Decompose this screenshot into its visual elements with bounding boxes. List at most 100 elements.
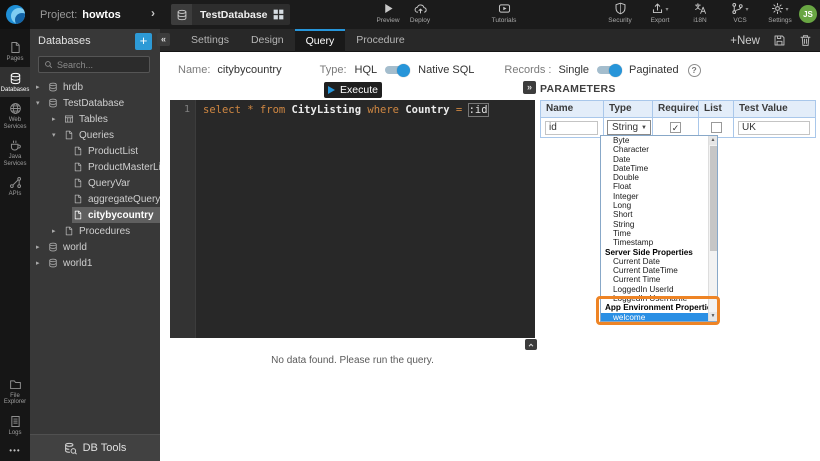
code-line[interactable]: select * from CityListing where Country … <box>203 104 488 116</box>
db-tools-button[interactable]: DB Tools <box>30 434 160 461</box>
param-test-value-input[interactable] <box>738 121 810 135</box>
database-selector-tile <box>171 4 192 25</box>
tree-item-queryvar[interactable]: QueryVar <box>30 175 160 191</box>
save-icon[interactable] <box>773 34 786 47</box>
dropdown-option-string[interactable]: String <box>601 220 708 229</box>
tree-item-queries[interactable]: ▾ Queries <box>30 127 160 143</box>
rail-item-pages[interactable]: Pages <box>0 36 30 67</box>
dropdown-option-loggedin-username[interactable]: LoggedIn Username <box>601 294 708 303</box>
expanded-caret-icon[interactable]: ▾ <box>52 131 63 139</box>
dropdown-option-short[interactable]: Short <box>601 210 708 219</box>
required-checkbox[interactable]: ✓ <box>670 122 681 133</box>
collapsed-caret-icon[interactable]: ▸ <box>36 83 47 91</box>
tree-item-world1[interactable]: ▸world1 <box>30 255 160 271</box>
dropdown-option-float[interactable]: Float <box>601 182 708 191</box>
expanded-caret-icon[interactable]: ▾ <box>36 99 47 107</box>
tab-query[interactable]: Query <box>295 29 346 52</box>
tree-item-productlist[interactable]: ProductList <box>30 143 160 159</box>
vcs-branch-icon <box>731 2 744 15</box>
collapsed-caret-icon[interactable]: ▸ <box>52 227 63 235</box>
collapse-parameters-button[interactable]: » <box>523 81 536 94</box>
dropdown-option-long[interactable]: Long <box>601 201 708 210</box>
dropdown-option-double[interactable]: Double <box>601 173 708 182</box>
records-option-paginated[interactable]: Paginated <box>629 64 679 76</box>
tree-item-productmasterlist[interactable]: ProductMasterList <box>30 159 160 175</box>
dropdown-option-app-environment-properties[interactable]: App Environment Properties <box>601 303 708 312</box>
database-selector[interactable]: TestDatabase <box>171 4 290 25</box>
list-checkbox[interactable] <box>711 122 722 133</box>
topbar-i18n-button[interactable]: i18N <box>684 2 716 24</box>
rail-item-java-services[interactable]: Java Services <box>0 134 30 171</box>
collapsed-caret-icon[interactable]: ▸ <box>52 115 63 123</box>
collapse-editor-button[interactable] <box>525 339 537 350</box>
dropdown-option-current-datetime[interactable]: Current DateTime <box>601 266 708 275</box>
file-icon <box>73 178 83 188</box>
topbar-deploy-button[interactable]: Deploy <box>404 2 436 24</box>
tree-item-tables[interactable]: ▸Tables <box>30 111 160 127</box>
scrollbar-thumb[interactable] <box>710 146 717 251</box>
topbar-security-button[interactable]: Security <box>604 2 636 24</box>
dropdown-option-date[interactable]: Date <box>601 155 708 164</box>
records-option-single[interactable]: Single <box>558 64 589 76</box>
topbar-tutorials-button[interactable]: Tutorials <box>488 2 520 24</box>
add-database-button[interactable]: + <box>135 33 152 50</box>
sql-code-editor[interactable]: 1 select * from CityListing where Countr… <box>170 100 535 338</box>
tree-item-aggregatequery[interactable]: aggregateQuery <box>30 191 160 207</box>
param-type-select[interactable]: String ▼ <box>607 120 651 135</box>
topbar-export-button[interactable]: ▾Export <box>644 2 676 24</box>
collapsed-caret-icon[interactable]: ▸ <box>36 259 47 267</box>
dropdown-option-integer[interactable]: Integer <box>601 192 708 201</box>
tree-item-label: Queries <box>79 130 114 141</box>
tab-procedure[interactable]: Procedure <box>345 29 415 52</box>
dropdown-option-current-time[interactable]: Current Time <box>601 275 708 284</box>
more-options-dots-icon[interactable]: ••• <box>0 440 30 461</box>
sidebar-search[interactable] <box>38 56 150 73</box>
collapsed-caret-icon[interactable]: ▸ <box>36 243 47 251</box>
dropdown-option-welcome[interactable]: welcome <box>601 313 708 321</box>
i18n-icon <box>694 2 707 15</box>
topbar-settings-button[interactable]: ▾Settings <box>764 2 796 24</box>
dropdown-option-character[interactable]: Character <box>601 145 708 154</box>
search-input[interactable] <box>57 60 144 70</box>
dropdown-option-datetime[interactable]: DateTime <box>601 164 708 173</box>
execute-button[interactable]: Execute <box>324 82 382 98</box>
param-name-input[interactable] <box>545 121 598 135</box>
topbar-vcs-button[interactable]: ▾VCS <box>724 2 756 24</box>
tree-item-hrdb[interactable]: ▸hrdb <box>30 79 160 95</box>
dropdown-option-byte[interactable]: Byte <box>601 136 708 145</box>
dropdown-option-timestamp[interactable]: Timestamp <box>601 238 708 247</box>
type-toggle[interactable] <box>384 64 411 77</box>
rail-item-apis[interactable]: APIs <box>0 171 30 202</box>
grid-apps-icon[interactable] <box>272 8 285 21</box>
tree-item-procedures[interactable]: ▸Procedures <box>30 223 160 239</box>
rail-item-databases[interactable]: Databases <box>0 67 30 98</box>
topbar-preview-button[interactable]: Preview <box>372 2 404 24</box>
dropdown-option-current-date[interactable]: Current Date <box>601 257 708 266</box>
tree-item-testdatabase[interactable]: ▾TestDatabase <box>30 95 160 111</box>
scroll-up-arrow-icon[interactable]: ▲ <box>709 136 717 145</box>
tree-item-citybycountry[interactable]: citybycountry <box>30 207 160 223</box>
tab-settings[interactable]: Settings <box>180 29 240 52</box>
trash-icon[interactable] <box>799 34 812 47</box>
new-query-button[interactable]: +New <box>730 35 760 47</box>
rail-item-file-explorer[interactable]: File Explorer <box>0 373 30 410</box>
file-icon <box>73 162 83 172</box>
rail-item-logs[interactable]: Logs <box>0 410 30 441</box>
tab-design[interactable]: Design <box>240 29 295 52</box>
tree-item-world[interactable]: ▸world <box>30 239 160 255</box>
rail-item-web-services[interactable]: Web Services <box>0 97 30 134</box>
dropdown-option-time[interactable]: Time <box>601 229 708 238</box>
shield-icon <box>614 2 627 15</box>
wavemaker-logo[interactable] <box>0 0 30 29</box>
user-avatar[interactable]: JS <box>799 5 817 23</box>
dropdown-option-loggedin-userid[interactable]: LoggedIn UserId <box>601 285 708 294</box>
type-option-hql[interactable]: HQL <box>355 64 378 76</box>
help-icon[interactable]: ? <box>688 64 701 77</box>
tree-item-label: QueryVar <box>88 178 130 189</box>
collapse-sidebar-button[interactable]: « <box>157 33 170 46</box>
type-option-native-sql[interactable]: Native SQL <box>418 64 474 76</box>
records-toggle[interactable] <box>596 64 623 77</box>
scroll-down-arrow-icon[interactable]: ▼ <box>709 312 717 321</box>
dropdown-scrollbar[interactable]: ▲ ▼ <box>708 136 717 321</box>
dropdown-option-server-side-properties[interactable]: Server Side Properties <box>601 248 708 257</box>
